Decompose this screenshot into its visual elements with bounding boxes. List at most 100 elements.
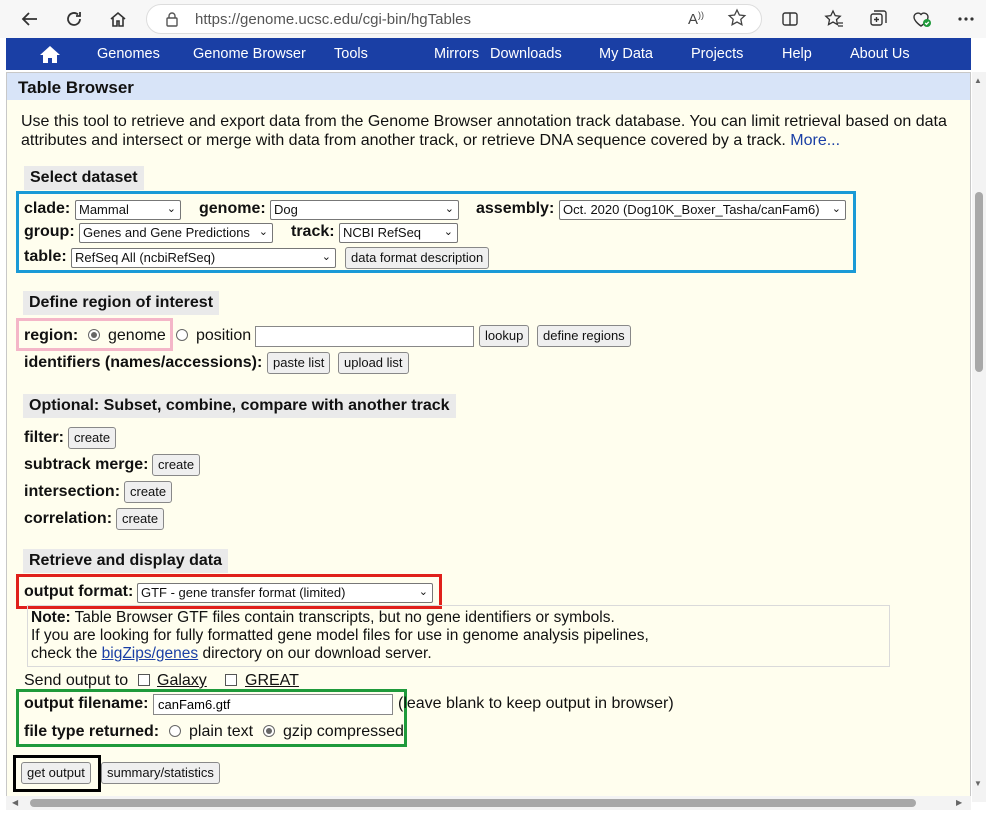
genome-label: genome:: [199, 200, 266, 217]
track-label: track:: [291, 223, 335, 240]
chevron-down-icon: ⌄: [831, 203, 841, 215]
table-value: RefSeq All (ncbiRefSeq): [75, 250, 216, 265]
refresh-icon[interactable]: [60, 5, 88, 33]
track-value: NCBI RefSeq: [343, 225, 422, 240]
lock-icon: [165, 11, 179, 32]
galaxy-link[interactable]: Galaxy: [157, 672, 207, 690]
send-output-label: Send output to: [24, 672, 129, 689]
output-filename-input[interactable]: [153, 694, 393, 715]
galaxy-checkbox[interactable]: [138, 674, 150, 686]
region-label: region:: [24, 327, 79, 344]
read-aloud-icon[interactable]: A)): [688, 10, 704, 28]
file-type-label: file type returned:: [24, 723, 160, 740]
nav-tools[interactable]: Tools: [334, 46, 368, 62]
more-link[interactable]: More...: [790, 132, 840, 149]
upload-list-button[interactable]: upload list: [338, 352, 409, 374]
nav-projects[interactable]: Projects: [691, 46, 743, 62]
nav-help[interactable]: Help: [782, 46, 812, 62]
note-line3-pre: check the: [31, 645, 102, 662]
bigzips-link[interactable]: bigZips/genes: [102, 645, 199, 662]
note-text: Note: Table Browser GTF files contain tr…: [31, 609, 649, 663]
region-genome-radio[interactable]: [88, 329, 100, 341]
table-label: table:: [24, 248, 67, 265]
genome-value: Dog: [274, 202, 298, 217]
back-icon[interactable]: [16, 5, 44, 33]
chevron-down-icon: ⌄: [258, 226, 268, 238]
section-optional: Optional: Subset, combine, compare with …: [23, 394, 456, 418]
nav-my-data[interactable]: My Data: [599, 46, 653, 62]
intersection-create-button[interactable]: create: [124, 481, 173, 503]
correlation-create-button[interactable]: create: [116, 508, 165, 530]
lookup-button[interactable]: lookup: [479, 325, 530, 347]
nav-about-us[interactable]: About Us: [850, 46, 910, 62]
section-define-region: Define region of interest: [23, 291, 220, 315]
subtrack-merge-label: subtrack merge:: [24, 456, 149, 473]
get-output-button[interactable]: get output: [21, 762, 91, 784]
chevron-down-icon: ⌄: [418, 586, 428, 598]
table-select[interactable]: RefSeq All (ncbiRefSeq) ⌄: [71, 248, 336, 268]
nav-mirrors[interactable]: Mirrors: [434, 46, 479, 62]
summary-statistics-button[interactable]: summary/statistics: [101, 762, 220, 784]
group-value: Genes and Gene Predictions: [83, 225, 250, 240]
chevron-down-icon: ⌄: [166, 203, 176, 215]
url-text: https://genome.ucsc.edu/cgi-bin/hgTables: [195, 11, 471, 28]
correlation-label: correlation:: [24, 510, 113, 527]
plain-text-radio[interactable]: [169, 725, 181, 737]
clade-select[interactable]: Mammal ⌄: [75, 200, 181, 220]
define-regions-button[interactable]: define regions: [537, 325, 631, 347]
note-line1: Table Browser GTF files contain transcri…: [70, 609, 615, 626]
favorite-star-icon[interactable]: [727, 8, 747, 33]
home-browser-icon[interactable]: [104, 5, 132, 33]
data-format-description-button[interactable]: data format description: [345, 247, 490, 269]
great-checkbox[interactable]: [225, 674, 237, 686]
assembly-label: assembly:: [476, 200, 555, 217]
vertical-scroll-thumb[interactable]: [975, 192, 983, 372]
nav-genome-browser[interactable]: Genome Browser: [193, 46, 306, 62]
identifiers-label: identifiers (names/accessions):: [24, 354, 263, 371]
region-position-label: position: [196, 327, 252, 344]
region-position-radio[interactable]: [176, 329, 188, 341]
title-bar: [7, 73, 970, 100]
note-line2: If you are looking for fully formatted g…: [31, 627, 649, 644]
group-label: group:: [24, 223, 75, 240]
paste-list-button[interactable]: paste list: [267, 352, 331, 374]
collections-icon[interactable]: [864, 5, 892, 33]
clade-label: clade:: [24, 200, 71, 217]
chevron-down-icon: ⌄: [321, 251, 331, 263]
output-filename-hint: (leave blank to keep output in browser): [398, 695, 674, 712]
home-icon[interactable]: [39, 44, 61, 69]
horizontal-scroll-thumb[interactable]: [30, 799, 916, 807]
track-select[interactable]: NCBI RefSeq ⌄: [339, 223, 458, 243]
gzip-radio[interactable]: [263, 725, 275, 737]
browser-essentials-icon[interactable]: [908, 5, 936, 33]
plain-text-label: plain text: [189, 723, 254, 740]
scroll-right-icon[interactable]: ▶: [956, 798, 962, 807]
output-format-select[interactable]: GTF - gene transfer format (limited) ⌄: [137, 583, 433, 603]
address-bar[interactable]: https://genome.ucsc.edu/cgi-bin/hgTables…: [146, 4, 762, 34]
vertical-scrollbar[interactable]: ▲ ▼: [972, 72, 986, 802]
section-retrieve: Retrieve and display data: [23, 549, 228, 573]
region-genome-label: genome: [108, 327, 166, 344]
chevron-down-icon: ⌄: [444, 203, 454, 215]
favorites-icon[interactable]: [820, 5, 848, 33]
filter-label: filter:: [24, 429, 64, 446]
note-line3-post: directory on our download server.: [198, 645, 432, 662]
great-link[interactable]: GREAT: [245, 672, 299, 690]
horizontal-scrollbar[interactable]: ◀ ▶: [6, 796, 971, 810]
more-menu-icon[interactable]: [952, 5, 980, 33]
scroll-up-icon[interactable]: ▲: [974, 76, 982, 85]
nav-downloads[interactable]: Downloads: [490, 46, 562, 62]
scroll-down-icon[interactable]: ▼: [974, 779, 982, 788]
ucsc-navbar: Genomes Genome Browser Tools Mirrors Dow…: [6, 38, 971, 70]
genome-select[interactable]: Dog ⌄: [270, 200, 459, 220]
scroll-left-icon[interactable]: ◀: [12, 798, 18, 807]
nav-genomes[interactable]: Genomes: [97, 46, 160, 62]
note-bold: Note:: [31, 609, 71, 626]
subtrack-create-button[interactable]: create: [152, 454, 201, 476]
split-screen-icon[interactable]: [776, 5, 804, 33]
group-select[interactable]: Genes and Gene Predictions ⌄: [79, 223, 273, 243]
filter-create-button[interactable]: create: [68, 427, 117, 449]
position-input[interactable]: [255, 326, 474, 347]
assembly-select[interactable]: Oct. 2020 (Dog10K_Boxer_Tasha/canFam6) ⌄: [559, 200, 846, 220]
output-filename-label: output filename:: [24, 695, 149, 712]
